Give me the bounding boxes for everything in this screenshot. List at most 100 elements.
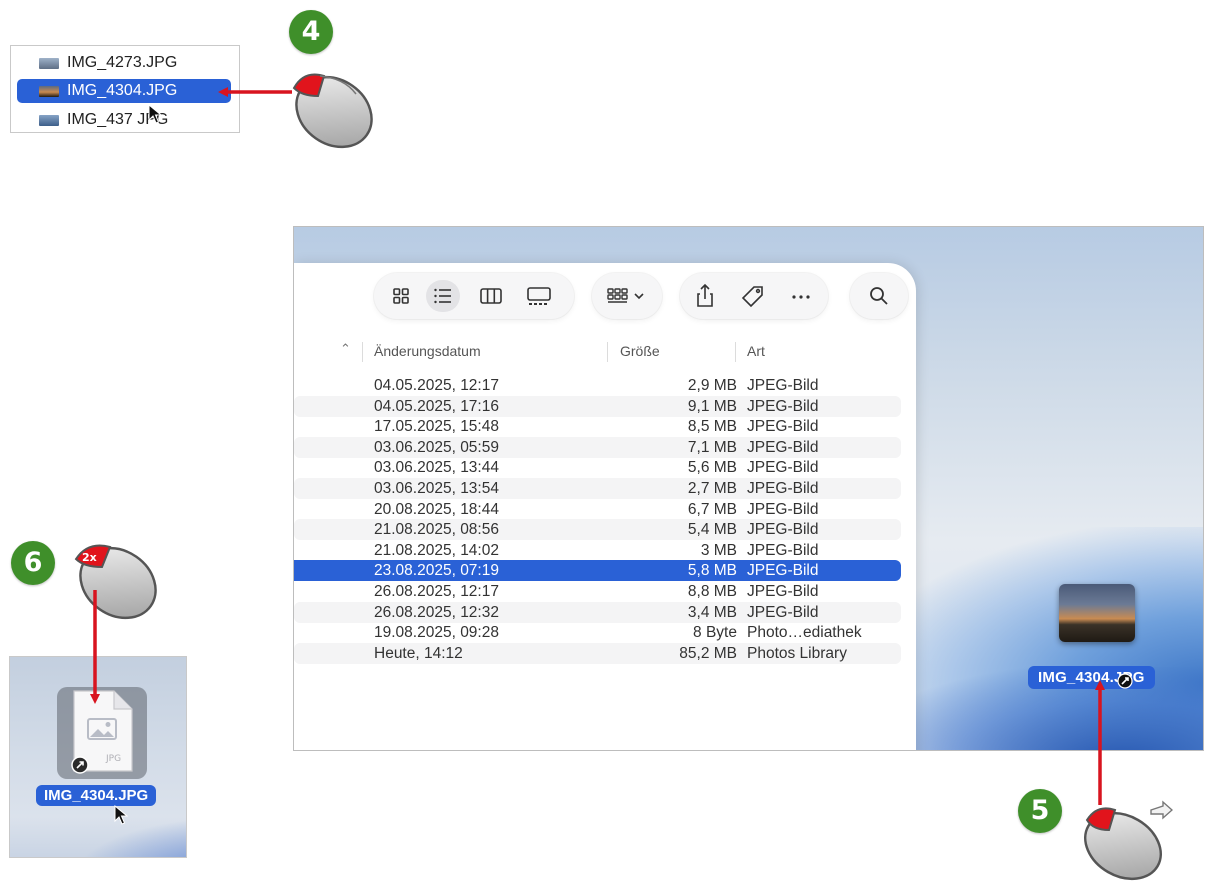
- table-row[interactable]: 03.06.2025, 05:59 7,1 MB JPEG-Bild: [294, 436, 901, 458]
- file-date: 20.08.2025, 18:44: [374, 500, 499, 518]
- file-date: 17.05.2025, 15:48: [374, 418, 499, 436]
- alias-file-label[interactable]: IMG_4304.JPG: [36, 785, 157, 806]
- file-date: 03.06.2025, 13:44: [374, 459, 499, 477]
- finder-window: ⌃ Änderungsdatum Größe Art 04.05.2025, 1…: [293, 226, 1204, 751]
- file-kind: JPEG-Bild: [747, 521, 819, 539]
- file-date: 03.06.2025, 13:54: [374, 480, 499, 497]
- file-kind: JPEG-Bild: [747, 583, 819, 600]
- file-name: IMG_4273.JPG: [67, 54, 178, 71]
- share-icon[interactable]: [688, 280, 722, 312]
- column-divider[interactable]: [607, 342, 608, 362]
- alias-cursor-icon: [1117, 670, 1133, 692]
- column-header-kind[interactable]: Art: [747, 343, 765, 359]
- double-click-label: 2x: [82, 551, 97, 564]
- file-size: 2,7 MB: [687, 480, 737, 497]
- search-pill: [850, 273, 908, 319]
- table-row[interactable]: Heute, 14:12 85,2 MB Photos Library: [294, 642, 901, 664]
- file-kind: JPEG-Bild: [747, 377, 819, 394]
- finder-list-panel: ⌃ Änderungsdatum Größe Art 04.05.2025, 1…: [294, 263, 916, 750]
- table-row[interactable]: 04.05.2025, 17:16 9,1 MB JPEG-Bild: [294, 395, 901, 417]
- file-size: 5,6 MB: [687, 459, 737, 477]
- table-row[interactable]: 26.08.2025, 12:32 3,4 MB JPEG-Bild: [294, 601, 901, 623]
- file-size: 5,8 MB: [687, 562, 737, 580]
- group-icon[interactable]: [600, 280, 654, 312]
- image-thumbnail-icon: [39, 85, 59, 97]
- file-kind: JPEG-Bild: [747, 562, 819, 580]
- column-header-size[interactable]: Größe: [620, 343, 660, 359]
- column-header: ⌃ Änderungsdatum Größe Art: [294, 339, 916, 365]
- column-divider[interactable]: [735, 342, 736, 362]
- table-row[interactable]: 19.08.2025, 09:28 8 Byte Photo…ediathek: [294, 622, 901, 643]
- file-size: 7,1 MB: [687, 438, 737, 456]
- step-5-badge: 5: [1018, 789, 1062, 833]
- group-menu: [592, 273, 662, 319]
- file-date: 23.08.2025, 07:19: [374, 562, 499, 580]
- table-row[interactable]: 03.06.2025, 13:54 2,7 MB JPEG-Bild: [294, 478, 901, 499]
- cursor-icon: [148, 104, 162, 124]
- file-size: 3,4 MB: [687, 603, 737, 621]
- step-4-badge: 4: [289, 10, 333, 54]
- list-view-icon[interactable]: [426, 280, 460, 312]
- file-kind: JPEG-Bild: [747, 397, 819, 415]
- file-size: 6,7 MB: [687, 500, 737, 518]
- table-row[interactable]: 03.06.2025, 13:44 5,6 MB JPEG-Bild: [294, 457, 901, 478]
- file-kind: Photos Library: [747, 644, 847, 662]
- file-date: 04.05.2025, 17:16: [374, 397, 499, 415]
- file-list-snippet: IMG_4273.JPG IMG_4304.JPG IMG_437 JPG: [10, 45, 240, 133]
- file-date: 03.06.2025, 05:59: [374, 438, 499, 456]
- image-thumbnail-icon: [39, 114, 59, 126]
- file-kind: JPEG-Bild: [747, 541, 819, 559]
- view-switcher: [374, 273, 574, 319]
- file-row-img-4304[interactable]: IMG_4304.JPG: [17, 79, 231, 103]
- table-row[interactable]: 23.08.2025, 07:19 5,8 MB JPEG-Bild: [294, 560, 901, 582]
- finder-toolbar: [294, 273, 916, 321]
- column-header-date[interactable]: Änderungsdatum: [374, 343, 481, 359]
- file-row-img-4273[interactable]: IMG_4273.JPG: [11, 51, 239, 75]
- desktop-file-label[interactable]: IMG_4304.JPG: [1028, 666, 1155, 689]
- file-date: Heute, 14:12: [374, 644, 463, 662]
- file-size: 8,8 MB: [687, 583, 737, 600]
- sort-chevron-icon[interactable]: ⌃: [340, 341, 351, 357]
- gallery-view-icon[interactable]: [522, 280, 556, 312]
- search-icon[interactable]: [862, 280, 896, 312]
- table-row[interactable]: 21.08.2025, 08:56 5,4 MB JPEG-Bild: [294, 519, 901, 541]
- file-kind: Photo…ediathek: [747, 624, 862, 642]
- doc-extension-label: JPG: [105, 754, 121, 764]
- desktop-wallpaper-accent: [70, 817, 186, 857]
- desktop-alias-snippet: JPG IMG_4304.JPG: [9, 656, 187, 858]
- file-size: 8,5 MB: [687, 418, 737, 436]
- file-size: 8 Byte: [693, 624, 737, 642]
- action-group: [680, 273, 828, 319]
- file-size: 5,4 MB: [687, 521, 737, 539]
- file-kind: JPEG-Bild: [747, 459, 819, 477]
- file-date: 26.08.2025, 12:32: [374, 603, 499, 621]
- file-date: 04.05.2025, 12:17: [374, 377, 499, 394]
- file-kind: JPEG-Bild: [747, 418, 819, 436]
- table-row[interactable]: 21.08.2025, 14:02 3 MB JPEG-Bild: [294, 540, 901, 561]
- desktop-file-thumbnail[interactable]: [1059, 584, 1135, 642]
- file-name: IMG_4304.JPG: [67, 82, 178, 99]
- more-icon[interactable]: [784, 280, 818, 312]
- column-view-icon[interactable]: [474, 280, 508, 312]
- table-row[interactable]: 26.08.2025, 12:17 8,8 MB JPEG-Bild: [294, 581, 901, 602]
- file-kind: JPEG-Bild: [747, 480, 819, 497]
- file-size: 9,1 MB: [687, 397, 737, 415]
- file-size: 3 MB: [700, 541, 737, 559]
- file-date: 19.08.2025, 09:28: [374, 624, 499, 642]
- file-date: 21.08.2025, 08:56: [374, 521, 499, 539]
- tag-icon[interactable]: [736, 280, 770, 312]
- table-row[interactable]: 17.05.2025, 15:48 8,5 MB JPEG-Bild: [294, 416, 901, 437]
- mouse-icon: 2x: [66, 537, 162, 627]
- column-divider[interactable]: [362, 342, 363, 362]
- file-kind: JPEG-Bild: [747, 603, 819, 621]
- file-row-img-437[interactable]: IMG_437 JPG: [11, 108, 239, 132]
- file-kind: JPEG-Bild: [747, 500, 819, 518]
- table-row[interactable]: 20.08.2025, 18:44 6,7 MB JPEG-Bild: [294, 499, 901, 520]
- jpg-document-icon[interactable]: JPG: [68, 689, 136, 775]
- file-size: 85,2 MB: [679, 644, 737, 662]
- file-kind: JPEG-Bild: [747, 438, 819, 456]
- table-row[interactable]: 04.05.2025, 12:17 2,9 MB JPEG-Bild: [294, 375, 901, 396]
- file-date: 21.08.2025, 14:02: [374, 541, 499, 559]
- icon-view-icon[interactable]: [384, 280, 418, 312]
- step-6-badge: 6: [11, 541, 55, 585]
